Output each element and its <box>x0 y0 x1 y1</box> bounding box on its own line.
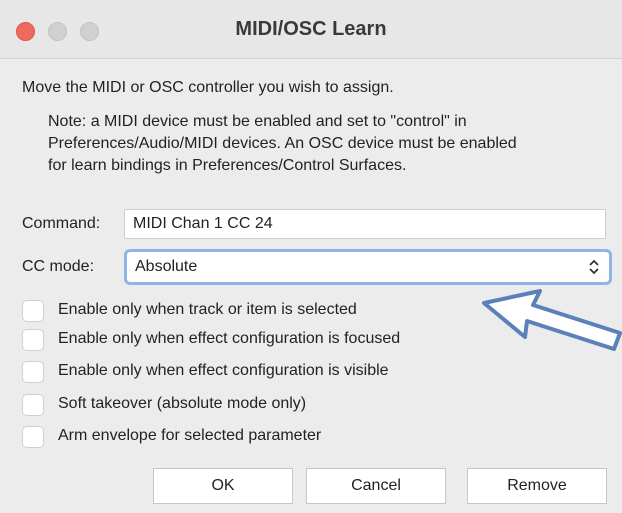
note-line-1: Note: a MIDI device must be enabled and … <box>48 113 467 130</box>
midi-osc-learn-dialog: MIDI/OSC Learn Move the MIDI or OSC cont… <box>0 0 622 513</box>
checkbox[interactable] <box>22 426 44 448</box>
option-label: Enable only when track or item is select… <box>58 301 357 318</box>
option-label: Enable only when effect configuration is… <box>58 330 401 347</box>
checkbox[interactable] <box>22 329 44 351</box>
note-line-3: for learn bindings in Preferences/Contro… <box>48 157 407 174</box>
command-label: Command: <box>22 215 101 232</box>
checkbox[interactable] <box>22 361 44 383</box>
ok-button[interactable]: OK <box>153 468 293 504</box>
window-title: MIDI/OSC Learn <box>235 18 387 40</box>
option-label: Enable only when effect configuration is… <box>58 362 389 379</box>
title-bar: MIDI/OSC Learn <box>0 0 622 59</box>
cc-mode-value: Absolute <box>135 258 198 275</box>
option-label: Soft takeover (absolute mode only) <box>58 395 307 412</box>
option-label: Arm envelope for selected parameter <box>58 427 322 444</box>
instructions-text: Move the MIDI or OSC controller you wish… <box>22 79 394 96</box>
cc-mode-label: CC mode: <box>22 258 95 275</box>
chevron-updown-icon <box>589 259 599 275</box>
checkbox[interactable] <box>22 394 44 416</box>
cc-mode-select[interactable]: Absolute <box>124 249 612 285</box>
command-field[interactable]: MIDI Chan 1 CC 24 <box>124 209 606 239</box>
note-line-2: Preferences/Audio/MIDI devices. An OSC d… <box>48 135 517 152</box>
remove-button[interactable]: Remove <box>467 468 607 504</box>
checkbox[interactable] <box>22 300 44 322</box>
cancel-button[interactable]: Cancel <box>306 468 446 504</box>
annotation-arrow-icon <box>482 289 622 351</box>
